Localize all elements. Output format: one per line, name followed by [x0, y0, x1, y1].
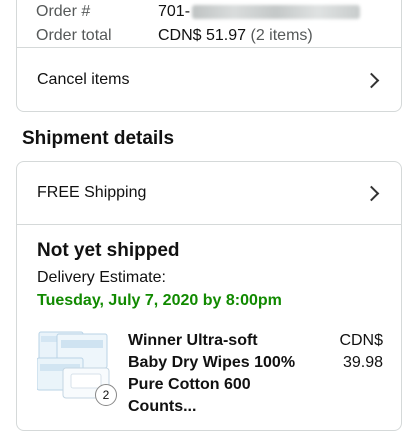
order-number-label: Order #	[36, 3, 91, 20]
order-total-value: CDN$ 51.97 (2 items)	[158, 27, 313, 45]
shipping-option-row[interactable]: FREE Shipping	[17, 162, 401, 224]
cancel-items-label: Cancel items	[37, 71, 130, 88]
order-item-count: (2 items)	[250, 27, 313, 44]
shipment-details-heading: Shipment details	[22, 128, 175, 149]
shipment-card: FREE Shipping Not yet shipped Delivery E…	[16, 161, 402, 431]
delivery-estimate-label: Delivery Estimate:	[37, 269, 166, 286]
product-price: CDN$ 39.98	[323, 330, 383, 374]
shipping-option-label: FREE Shipping	[37, 184, 147, 201]
cancel-items-row[interactable]: Cancel items	[17, 48, 401, 112]
order-total-label: Order total	[36, 27, 112, 44]
order-info: Order # 701- Order total CDN$ 51.97 (2 i…	[36, 0, 396, 48]
shipment-status: Not yet shipped	[37, 240, 180, 261]
order-number-prefix: 701-	[158, 3, 191, 20]
order-number-value: 701-	[158, 3, 361, 21]
order-total-amount: CDN$ 51.97	[158, 27, 247, 44]
delivery-estimate-date: Tuesday, July 7, 2020 by 8:00pm	[37, 292, 282, 309]
product-price-value: 39.98	[342, 354, 383, 371]
order-total-row: Order total CDN$ 51.97 (2 items)	[36, 24, 396, 48]
chevron-right-icon	[363, 185, 380, 201]
order-number-row: Order # 701-	[36, 0, 396, 24]
product-price-currency: CDN$	[339, 332, 383, 349]
order-number-redacted	[192, 5, 361, 19]
divider	[17, 224, 401, 225]
quantity-badge: 2	[95, 384, 117, 406]
product-title[interactable]: Winner Ultra-soft Baby Dry Wipes 100% Pu…	[128, 330, 298, 418]
chevron-right-icon	[363, 72, 380, 88]
